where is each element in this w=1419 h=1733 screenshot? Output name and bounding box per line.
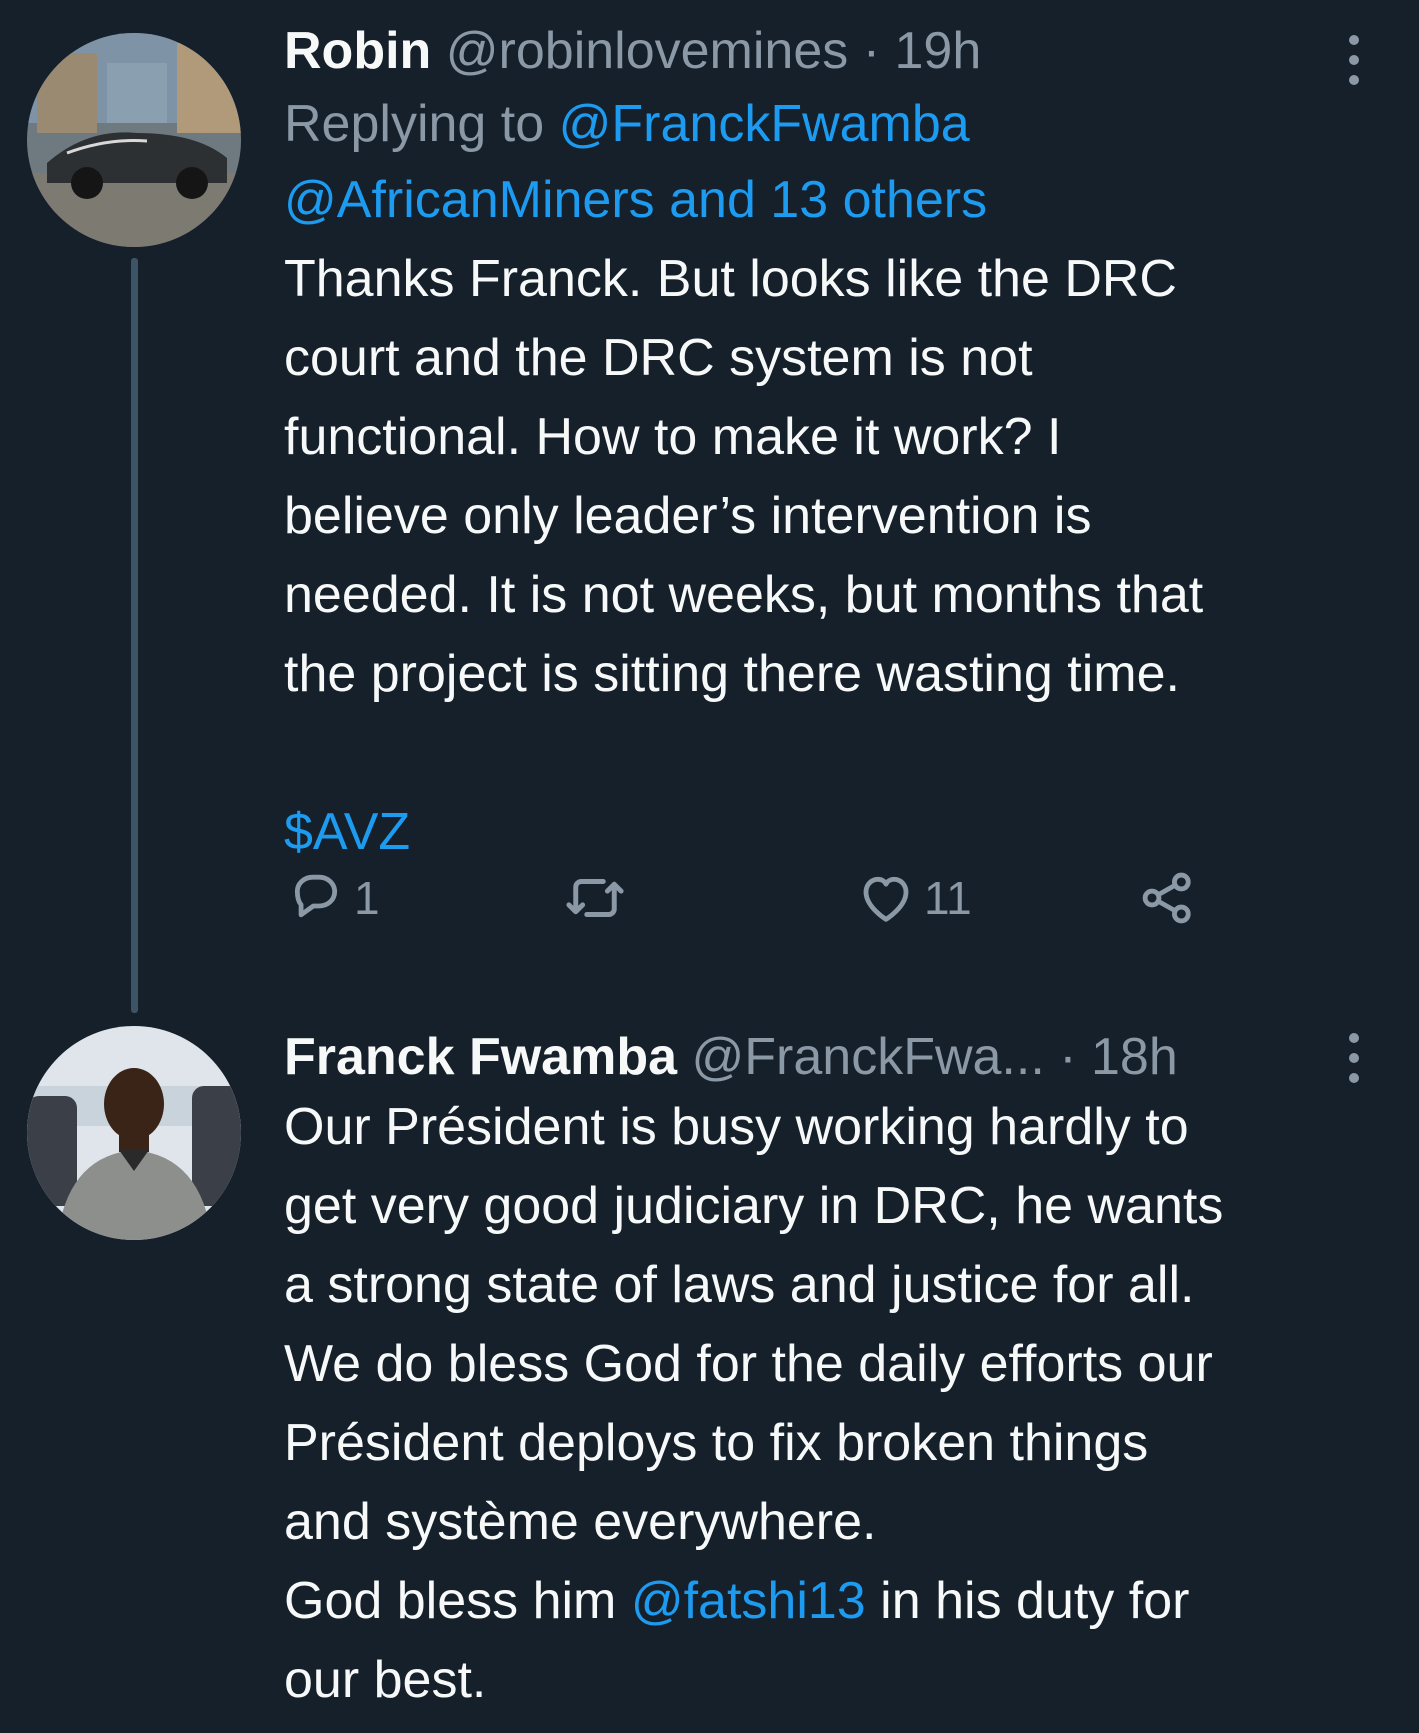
more-vertical-icon — [1349, 35, 1359, 85]
display-name[interactable]: Franck Fwamba — [284, 1028, 677, 1086]
cashtag-link[interactable]: $AVZ — [284, 803, 410, 861]
avatar-franck[interactable] — [27, 1026, 241, 1240]
avatar-car-image — [27, 33, 241, 247]
avatar-robin[interactable] — [27, 33, 241, 247]
more-vertical-icon — [1349, 1033, 1359, 1083]
replying-others: @AfricanMiners and 13 others — [284, 162, 1364, 238]
share-button[interactable] — [1136, 858, 1200, 938]
text-suffix: in his duty for — [865, 1572, 1190, 1630]
tweet-actions: 1 11 — [284, 858, 1224, 938]
replying-prefix: Replying to — [284, 95, 559, 153]
avatar-person-image — [27, 1026, 241, 1240]
tweet-text: Thanks Franck. But looks like the DRC co… — [284, 250, 1204, 703]
like-button[interactable]: 11 — [854, 858, 972, 938]
reply-button[interactable]: 1 — [284, 858, 380, 938]
replying-others-link[interactable]: @AfricanMiners and 13 others — [284, 171, 987, 229]
tweet-content: Robin @robinlovemines · 19h Replying to … — [284, 20, 1364, 872]
time-separator: · — [1044, 1028, 1091, 1086]
timestamp[interactable]: 18h — [1091, 1028, 1178, 1086]
reply-count: 1 — [354, 872, 380, 924]
thread-connector-line — [131, 258, 138, 1013]
more-options-button[interactable] — [1334, 30, 1374, 90]
replying-to: Replying to @FranckFwamba — [284, 86, 1364, 162]
heart-icon — [863, 876, 909, 922]
display-name[interactable]: Robin — [284, 22, 431, 80]
time-separator: · — [848, 22, 895, 80]
tweet-text-final-line: our best. — [284, 1651, 487, 1709]
handle[interactable]: @robinlovemines — [446, 22, 849, 80]
reply-icon — [294, 874, 338, 918]
tweet-header: Robin @robinlovemines · 19h — [284, 20, 1364, 82]
timestamp[interactable]: 19h — [895, 22, 982, 80]
like-count: 11 — [924, 872, 972, 924]
share-icon — [1142, 872, 1191, 924]
cashtag-line: $AVZ — [284, 714, 1364, 872]
retweet-button[interactable] — [562, 858, 628, 938]
text-prefix: God bless him — [284, 1572, 631, 1630]
replying-mention[interactable]: @FranckFwamba — [559, 95, 970, 153]
tweet-content: Franck Fwamba @FranckFwa... · 18h Our Pr… — [284, 1026, 1364, 1720]
tweet-header: Franck Fwamba @FranckFwa... · 18h — [284, 1026, 1364, 1088]
more-options-button[interactable] — [1334, 1028, 1374, 1088]
retweet-icon — [566, 879, 624, 917]
tweet-text: Our Président is busy working hardly to … — [284, 1098, 1224, 1551]
mention-link[interactable]: @fatshi13 — [631, 1572, 866, 1630]
handle[interactable]: @FranckFwa... — [691, 1028, 1044, 1086]
tweet-text-mention-line: God bless him @fatshi13 in his duty for — [284, 1562, 1364, 1641]
